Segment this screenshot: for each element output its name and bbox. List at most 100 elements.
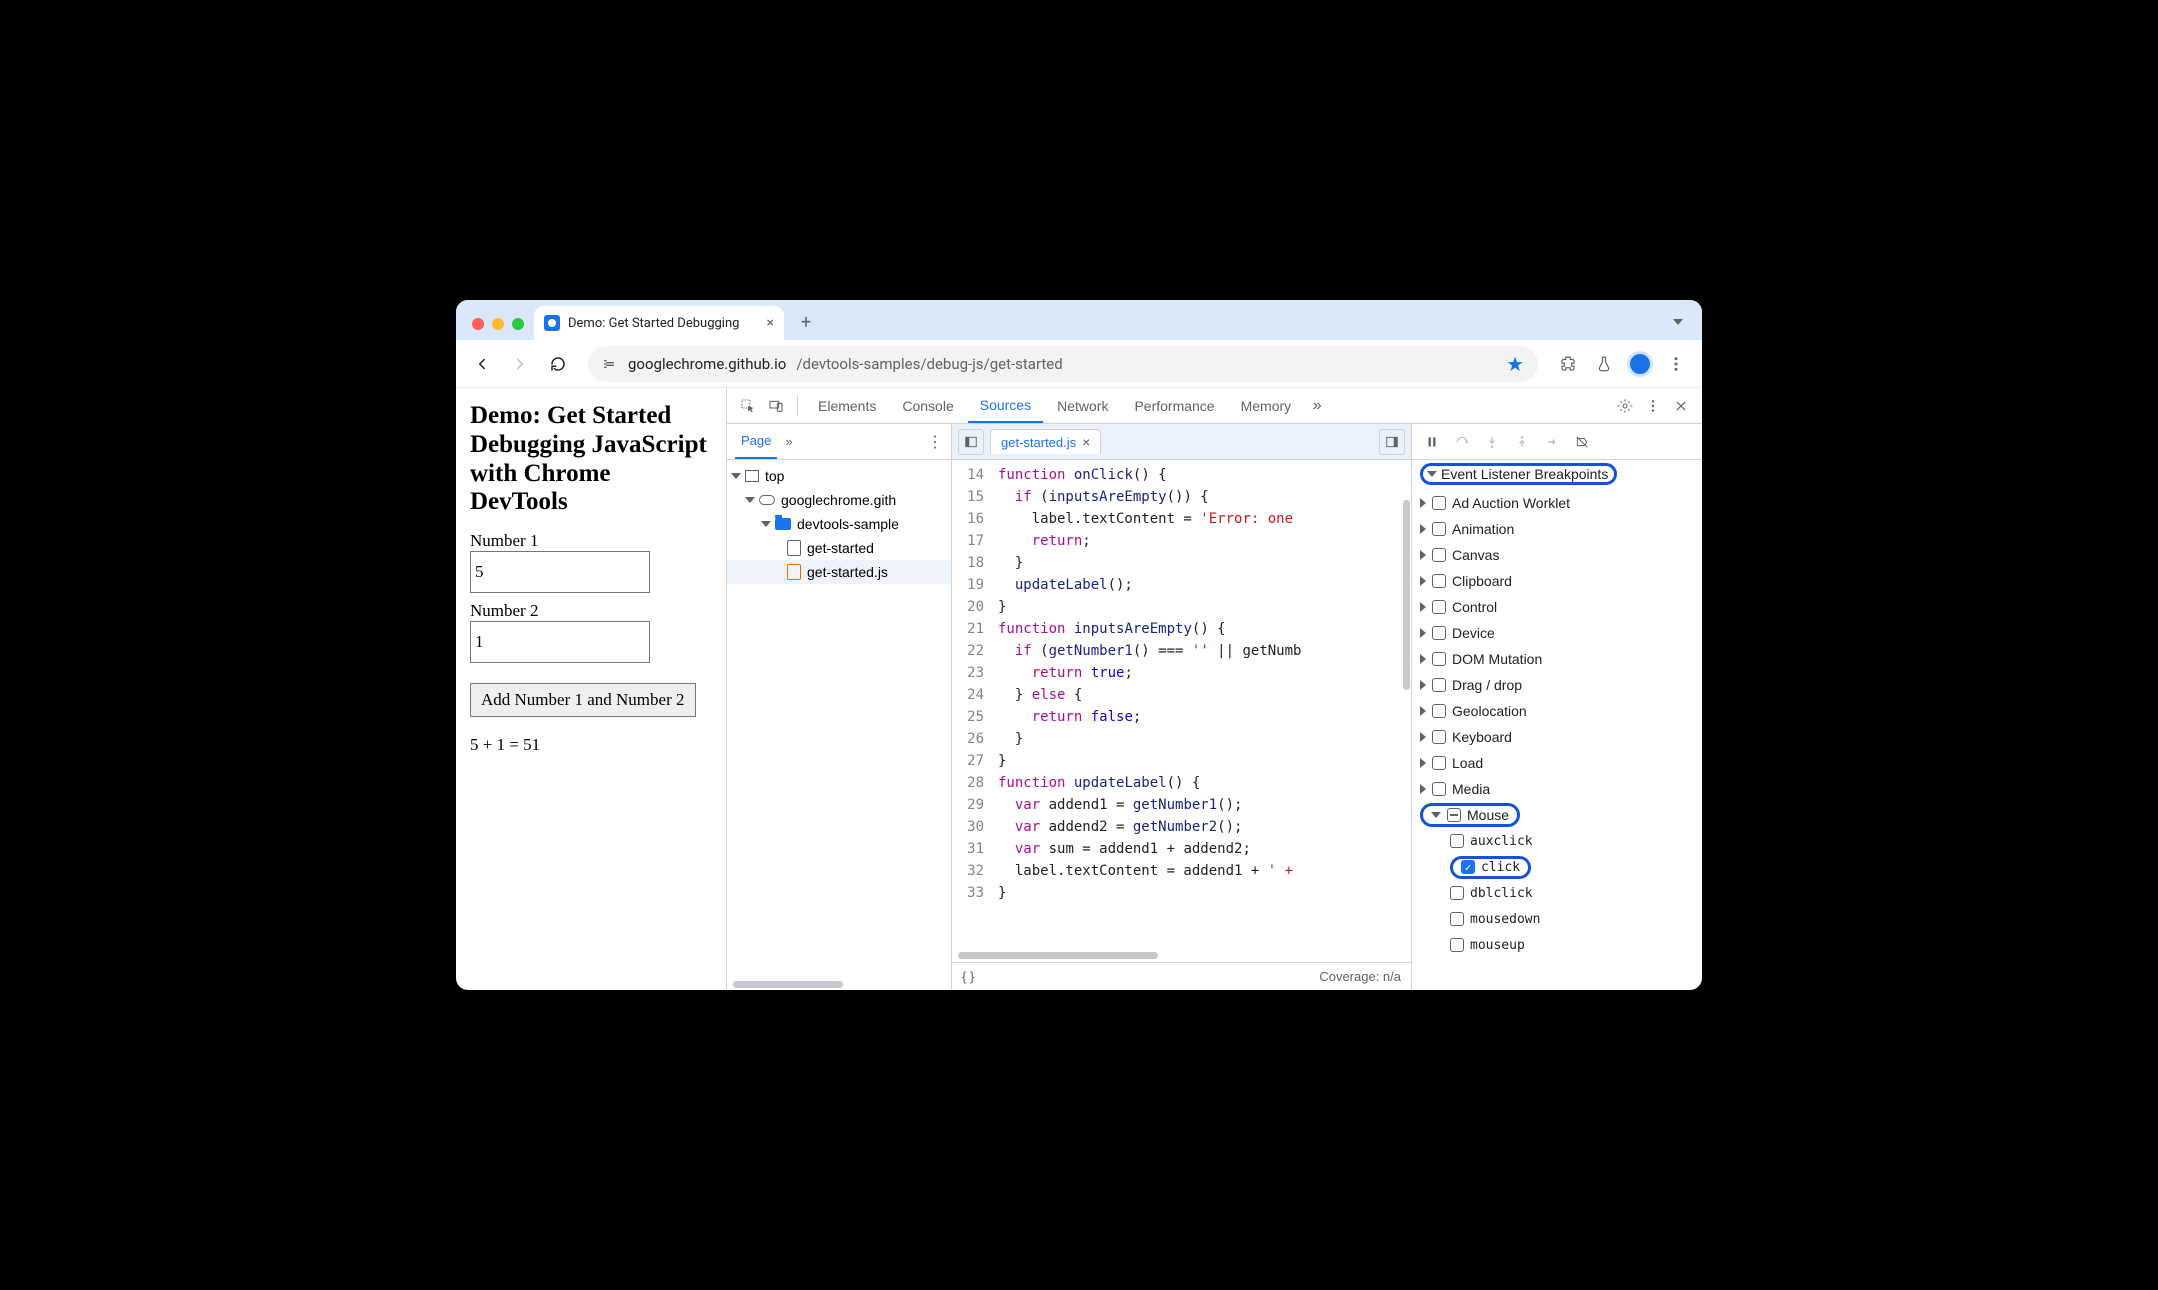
editor-vscrollbar[interactable] [1401, 496, 1411, 950]
checkbox[interactable] [1432, 626, 1446, 640]
checkbox[interactable] [1432, 782, 1446, 796]
checkbox[interactable] [1432, 600, 1446, 614]
event-category-animation[interactable]: Animation [1412, 516, 1702, 542]
navigator-tab-page[interactable]: Page [735, 424, 777, 459]
toggle-debugger-icon[interactable] [1379, 429, 1405, 455]
step-over-button[interactable] [1450, 430, 1474, 454]
tab-network[interactable]: Network [1045, 388, 1120, 423]
new-tab-button[interactable]: + [792, 308, 820, 336]
checkbox[interactable] [1432, 704, 1446, 718]
browser-tab[interactable]: Demo: Get Started Debugging × [534, 306, 784, 340]
event-mouseup[interactable]: mouseup [1412, 932, 1702, 958]
checkbox[interactable] [1450, 912, 1464, 926]
close-editor-tab[interactable]: × [1082, 434, 1090, 450]
event-listener-breakpoints-header[interactable]: Event Listener Breakpoints [1412, 460, 1702, 488]
tree-folder[interactable]: devtools-sample [727, 512, 951, 536]
navigator-more-tabs[interactable]: » [785, 434, 792, 449]
code-viewport[interactable]: 14 15 16 17 18 19 20 21 22 23 24 25 26 2… [952, 460, 1411, 950]
minimize-window-button[interactable] [492, 318, 504, 330]
close-tab-button[interactable]: × [767, 315, 774, 331]
back-button[interactable] [466, 348, 498, 380]
tab-elements[interactable]: Elements [806, 388, 888, 423]
editor-hscrollbar[interactable] [952, 950, 1411, 962]
checkbox[interactable] [1432, 548, 1446, 562]
input-number2[interactable] [470, 621, 650, 663]
toggle-navigator-icon[interactable] [958, 429, 984, 455]
pretty-print-icon[interactable]: { } [962, 969, 974, 984]
label-number1: Number 1 [470, 531, 712, 551]
deactivate-breakpoints-button[interactable] [1570, 430, 1594, 454]
category-label: Geolocation [1452, 703, 1527, 719]
checkbox[interactable] [1432, 756, 1446, 770]
chrome-menu-button[interactable] [1660, 348, 1692, 380]
forward-button[interactable] [504, 348, 536, 380]
event-category-dom-mutation[interactable]: DOM Mutation [1412, 646, 1702, 672]
devtools-settings-icon[interactable] [1612, 390, 1638, 422]
pause-resume-button[interactable] [1420, 430, 1444, 454]
tab-performance[interactable]: Performance [1122, 388, 1226, 423]
event-category-mouse[interactable]: Mouse [1412, 802, 1702, 828]
event-category-device[interactable]: Device [1412, 620, 1702, 646]
step-button[interactable] [1540, 430, 1564, 454]
navigator-scrollbar[interactable] [727, 980, 951, 990]
event-category-canvas[interactable]: Canvas [1412, 542, 1702, 568]
maximize-window-button[interactable] [512, 318, 524, 330]
input-number1[interactable] [470, 551, 650, 593]
tree-origin[interactable]: googlechrome.gith [727, 488, 951, 512]
event-category-keyboard[interactable]: Keyboard [1412, 724, 1702, 750]
tab-console[interactable]: Console [890, 388, 965, 423]
event-category-clipboard[interactable]: Clipboard [1412, 568, 1702, 594]
extensions-button[interactable] [1552, 348, 1584, 380]
expand-icon [1420, 654, 1426, 664]
category-label: DOM Mutation [1452, 651, 1542, 667]
tree-top[interactable]: top [727, 464, 951, 488]
event-click[interactable]: ✓click [1412, 854, 1702, 880]
checkbox[interactable]: ✓ [1461, 860, 1475, 874]
event-auxclick[interactable]: auxclick [1412, 828, 1702, 854]
devtools-close-icon[interactable] [1668, 390, 1694, 422]
checkbox[interactable] [1432, 574, 1446, 588]
tree-file-js[interactable]: get-started.js [727, 560, 951, 584]
checkbox[interactable] [1432, 522, 1446, 536]
event-dblclick[interactable]: dblclick [1412, 880, 1702, 906]
checkbox[interactable] [1432, 730, 1446, 744]
step-out-button[interactable] [1510, 430, 1534, 454]
tree-file-html[interactable]: get-started [727, 536, 951, 560]
reload-button[interactable] [542, 348, 574, 380]
devtools-tab-bar: Elements Console Sources Network Perform… [727, 388, 1702, 424]
bookmark-star-icon[interactable]: ★ [1506, 352, 1524, 376]
checkbox[interactable] [1450, 938, 1464, 952]
tab-sources[interactable]: Sources [968, 388, 1043, 423]
editor-tab[interactable]: get-started.js × [990, 429, 1101, 454]
more-tabs-button[interactable]: » [1305, 397, 1329, 415]
checkbox[interactable] [1432, 496, 1446, 510]
profile-button[interactable] [1624, 348, 1656, 380]
inspect-element-icon[interactable] [735, 393, 761, 419]
category-label: Load [1452, 755, 1483, 771]
labs-button[interactable] [1588, 348, 1620, 380]
add-button[interactable]: Add Number 1 and Number 2 [470, 683, 696, 717]
sources-navigator: Page » ⋮ top googlechrome.gith devtools-… [727, 424, 952, 990]
close-window-button[interactable] [472, 318, 484, 330]
event-category-media[interactable]: Media [1412, 776, 1702, 802]
event-category-geolocation[interactable]: Geolocation [1412, 698, 1702, 724]
checkbox[interactable] [1447, 808, 1461, 822]
checkbox[interactable] [1432, 678, 1446, 692]
event-category-control[interactable]: Control [1412, 594, 1702, 620]
step-into-button[interactable] [1480, 430, 1504, 454]
event-category-ad-auction-worklet[interactable]: Ad Auction Worklet [1412, 490, 1702, 516]
tab-memory[interactable]: Memory [1229, 388, 1304, 423]
browser-window: Demo: Get Started Debugging × + googlech… [456, 300, 1702, 990]
navigator-menu-icon[interactable]: ⋮ [927, 432, 943, 452]
device-toolbar-icon[interactable] [763, 393, 789, 419]
devtools-more-icon[interactable] [1640, 390, 1666, 422]
checkbox[interactable] [1450, 834, 1464, 848]
checkbox[interactable] [1432, 652, 1446, 666]
expand-icon [1420, 680, 1426, 690]
checkbox[interactable] [1450, 886, 1464, 900]
tab-search-button[interactable] [1666, 310, 1690, 334]
event-category-load[interactable]: Load [1412, 750, 1702, 776]
event-mousedown[interactable]: mousedown [1412, 906, 1702, 932]
event-category-drag-drop[interactable]: Drag / drop [1412, 672, 1702, 698]
address-bar[interactable]: googlechrome.github.io/devtools-samples/… [588, 346, 1538, 382]
